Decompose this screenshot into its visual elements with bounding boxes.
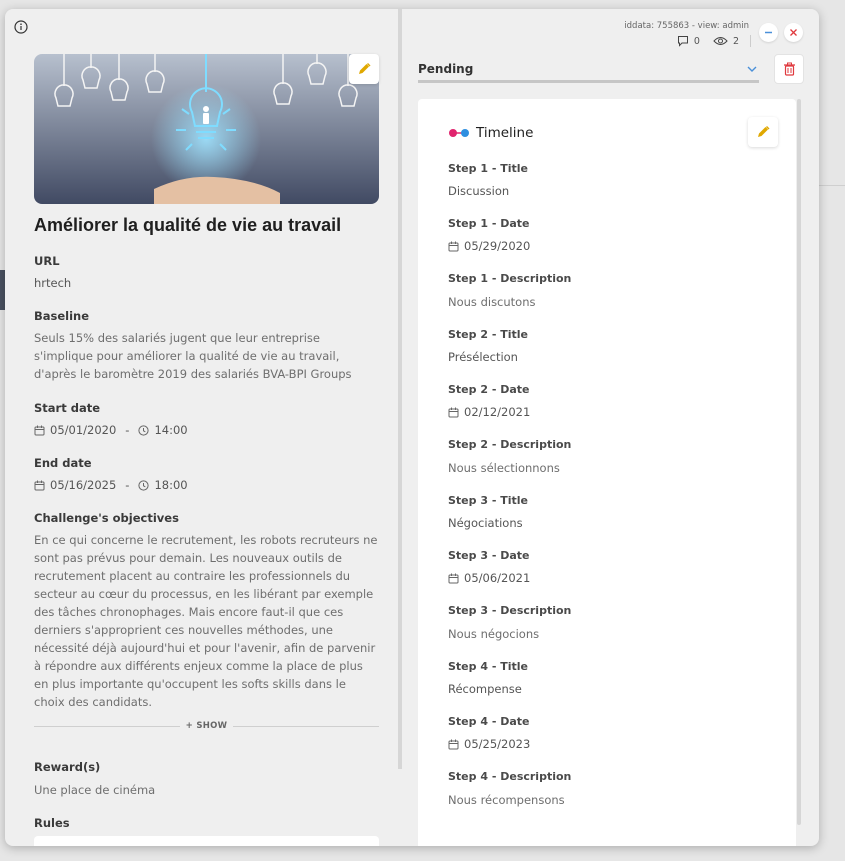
record-meta: iddata: 755863 - view: admin [624,21,749,31]
challenge-hero-image [34,54,379,204]
pencil-icon [359,63,371,74]
step-desc-label: Step 1 - Description [448,272,572,285]
step-date-row: 02/12/2021 [448,405,530,419]
end-date-label: End date [34,456,92,470]
separator [750,35,751,47]
step-date-row: 05/29/2020 [448,239,530,253]
calendar-icon [34,425,45,435]
url-label: URL [34,254,60,268]
step-date-row: 05/25/2023 [448,737,530,751]
step-title-label: Step 3 - Title [448,494,528,507]
eye-icon [713,37,728,45]
start-date-value: 05/01/2020 [50,423,117,437]
step-title-value: Récompense [448,682,522,696]
status-selected-value: Pending [418,61,474,76]
end-date-row: 05/16/2025 - 18:00 [34,478,188,492]
objectives-text: En ce qui concerne le recrutement, les r… [34,533,378,709]
status-select[interactable]: Pending [418,57,759,83]
reward-value: Une place de cinéma [34,783,156,797]
background-divider [815,185,845,186]
pencil-icon [758,126,770,137]
end-time-value: 18:00 [154,478,188,492]
comments-count: 0 [693,35,700,47]
timeline-header: Timeline [448,125,533,141]
start-time-value: 14:00 [154,423,188,437]
step-desc-value: Nous discutons [448,295,536,309]
show-more-button[interactable]: + SHOW [186,721,228,731]
calendar-icon [448,573,459,583]
challenge-details-pane: Améliorer la qualité de vie au travail U… [5,9,398,846]
step-date-value: 05/25/2023 [464,737,531,751]
challenge-modal: Améliorer la qualité de vie au travail U… [5,9,819,846]
baseline-text: Seuls 15% des salariés jugent que leur e… [34,331,352,381]
step-date-value: 05/06/2021 [464,571,531,585]
calendar-icon [448,407,459,417]
step-date-label: Step 1 - Date [448,217,530,230]
timeline-scrollbar[interactable] [797,99,801,825]
delete-button[interactable] [774,54,804,84]
step-date-row: 05/06/2021 [448,571,530,585]
step-desc-label: Step 4 - Description [448,770,572,783]
pane-divider[interactable] [398,9,402,769]
start-date-row: 05/01/2020 - 14:00 [34,423,188,437]
calendar-icon [34,480,45,490]
comment-icon [677,36,688,47]
step-desc-label: Step 2 - Description [448,438,572,451]
objectives-label: Challenge's objectives [34,511,179,525]
calendar-icon [448,739,459,749]
end-date-dash: - [125,478,130,492]
timeline-icon [449,129,469,137]
step-title-value: Présélection [448,350,518,364]
challenge-title: Améliorer la qualité de vie au travail [34,215,342,235]
chevron-down-icon [747,66,757,72]
step-title-label: Step 1 - Title [448,162,528,175]
minimize-button[interactable] [759,23,778,42]
step-title-value: Discussion [448,184,510,198]
step-date-value: 02/12/2021 [464,405,531,419]
counters: 0 2 [677,35,751,47]
step-desc-label: Step 3 - Description [448,604,572,617]
calendar-icon [448,241,459,251]
start-date-dash: - [125,423,130,437]
step-date-label: Step 4 - Date [448,715,530,728]
edit-image-button[interactable] [349,54,379,84]
step-date-label: Step 3 - Date [448,549,530,562]
close-icon [790,29,797,36]
close-button[interactable] [784,23,803,42]
clock-icon [138,479,150,491]
divider-line [34,725,180,727]
timeline-title: Timeline [476,125,534,141]
step-title-value: Négociations [448,516,523,530]
step-desc-value: Nous sélectionnons [448,461,560,475]
minus-icon [765,31,772,34]
step-desc-value: Nous récompensons [448,793,565,807]
start-date-label: Start date [34,401,101,415]
timeline-card: Timeline Step 1 - Title Discussion Step … [418,99,796,846]
end-date-value: 05/16/2025 [50,478,117,492]
trash-icon [783,62,795,76]
step-title-label: Step 2 - Title [448,328,528,341]
url-value: hrtech [34,276,72,290]
reward-label: Reward(s) [34,760,101,774]
show-more-row: + SHOW [34,721,379,731]
rules-box [34,836,379,846]
step-title-label: Step 4 - Title [448,660,528,673]
views-count: 2 [732,35,739,47]
edit-timeline-button[interactable] [748,117,778,147]
divider-line [233,725,379,727]
step-date-label: Step 2 - Date [448,383,530,396]
baseline-label: Baseline [34,309,90,323]
clock-icon [138,424,150,436]
rules-label: Rules [34,816,70,830]
step-date-value: 05/29/2020 [464,239,531,253]
step-desc-value: Nous négocions [448,627,540,641]
